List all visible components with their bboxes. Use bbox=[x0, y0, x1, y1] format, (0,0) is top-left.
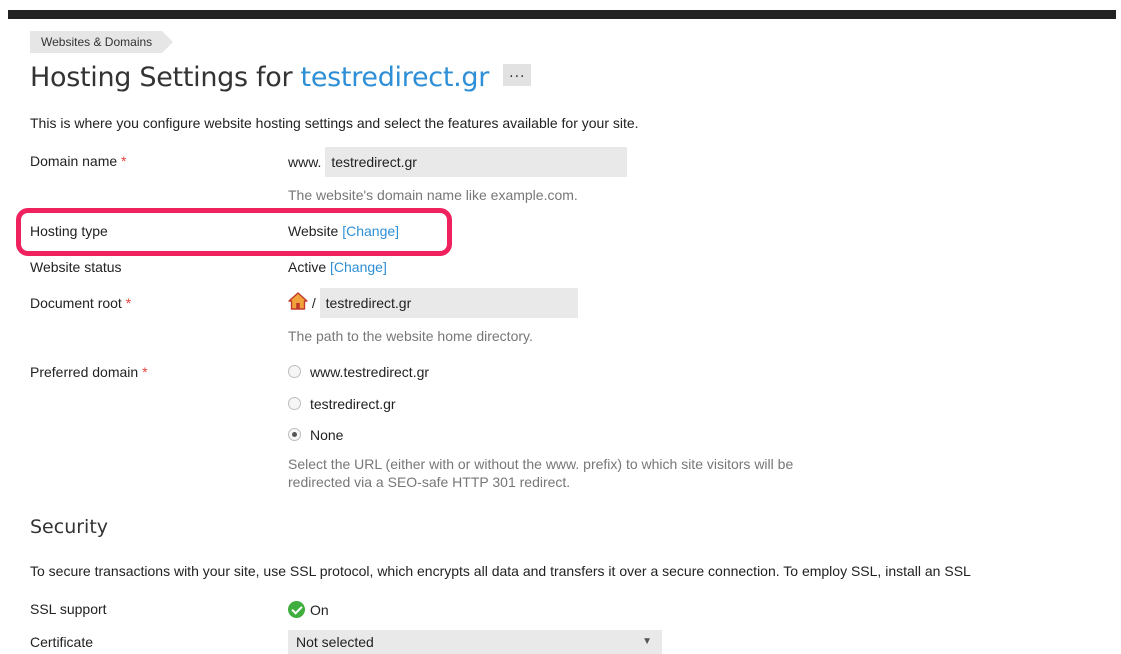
document-root-input[interactable]: testredirect.gr bbox=[319, 288, 578, 318]
breadcrumb[interactable]: Websites & Domains bbox=[30, 31, 174, 53]
document-root-hint: The path to the website home directory. bbox=[288, 328, 533, 344]
home-icon bbox=[288, 292, 308, 313]
www-prefix: www. bbox=[288, 154, 322, 170]
breadcrumb-item[interactable]: Websites & Domains bbox=[41, 35, 152, 49]
preferred-domain-option-nonwww[interactable]: testredirect.gr bbox=[288, 396, 396, 412]
document-root-field: / testredirect.gr bbox=[288, 288, 578, 318]
domain-name-input[interactable]: testredirect.gr bbox=[325, 147, 628, 177]
security-description: To secure transactions with your site, u… bbox=[30, 563, 971, 579]
required-mark: * bbox=[142, 364, 148, 380]
certificate-select[interactable]: Not selected ▼ bbox=[288, 630, 662, 654]
preferred-domain-option-www[interactable]: www.testredirect.gr bbox=[288, 364, 429, 380]
page-description: This is where you configure website host… bbox=[30, 115, 639, 131]
page-title-domain: testredirect.gr bbox=[300, 62, 490, 93]
radio-nonwww[interactable] bbox=[288, 397, 301, 410]
check-circle-icon bbox=[288, 601, 305, 618]
page-title-prefix: Hosting Settings for bbox=[30, 62, 301, 93]
required-mark: * bbox=[121, 153, 127, 169]
radio-none[interactable] bbox=[288, 428, 301, 441]
document-root-label: Document root * bbox=[30, 295, 132, 311]
more-button[interactable]: ... bbox=[503, 63, 532, 86]
preferred-domain-hint: Select the URL (either with or without t… bbox=[288, 456, 794, 490]
highlight-annotation bbox=[16, 208, 452, 256]
website-status-label: Website status bbox=[30, 259, 122, 275]
chevron-down-icon: ▼ bbox=[642, 636, 652, 647]
preferred-domain-option-none[interactable]: None bbox=[288, 427, 343, 443]
radio-www[interactable] bbox=[288, 365, 301, 378]
preferred-domain-label: Preferred domain * bbox=[30, 364, 148, 380]
domain-name-hint: The website's domain name like example.c… bbox=[288, 187, 578, 203]
ssl-support-value: On bbox=[288, 601, 329, 618]
website-status-change-link[interactable]: [Change] bbox=[330, 259, 387, 275]
security-heading: Security bbox=[30, 516, 109, 538]
path-separator: / bbox=[311, 295, 316, 311]
domain-name-label: Domain name * bbox=[30, 153, 127, 169]
certificate-label: Certificate bbox=[30, 634, 94, 650]
top-bar bbox=[8, 10, 1116, 19]
website-status-value: Active [Change] bbox=[288, 259, 387, 275]
page-title: Hosting Settings for testredirect.gr ... bbox=[30, 62, 532, 93]
ssl-support-label: SSL support bbox=[30, 601, 107, 617]
domain-name-field: www. testredirect.gr bbox=[288, 147, 628, 177]
required-mark: * bbox=[125, 295, 132, 311]
